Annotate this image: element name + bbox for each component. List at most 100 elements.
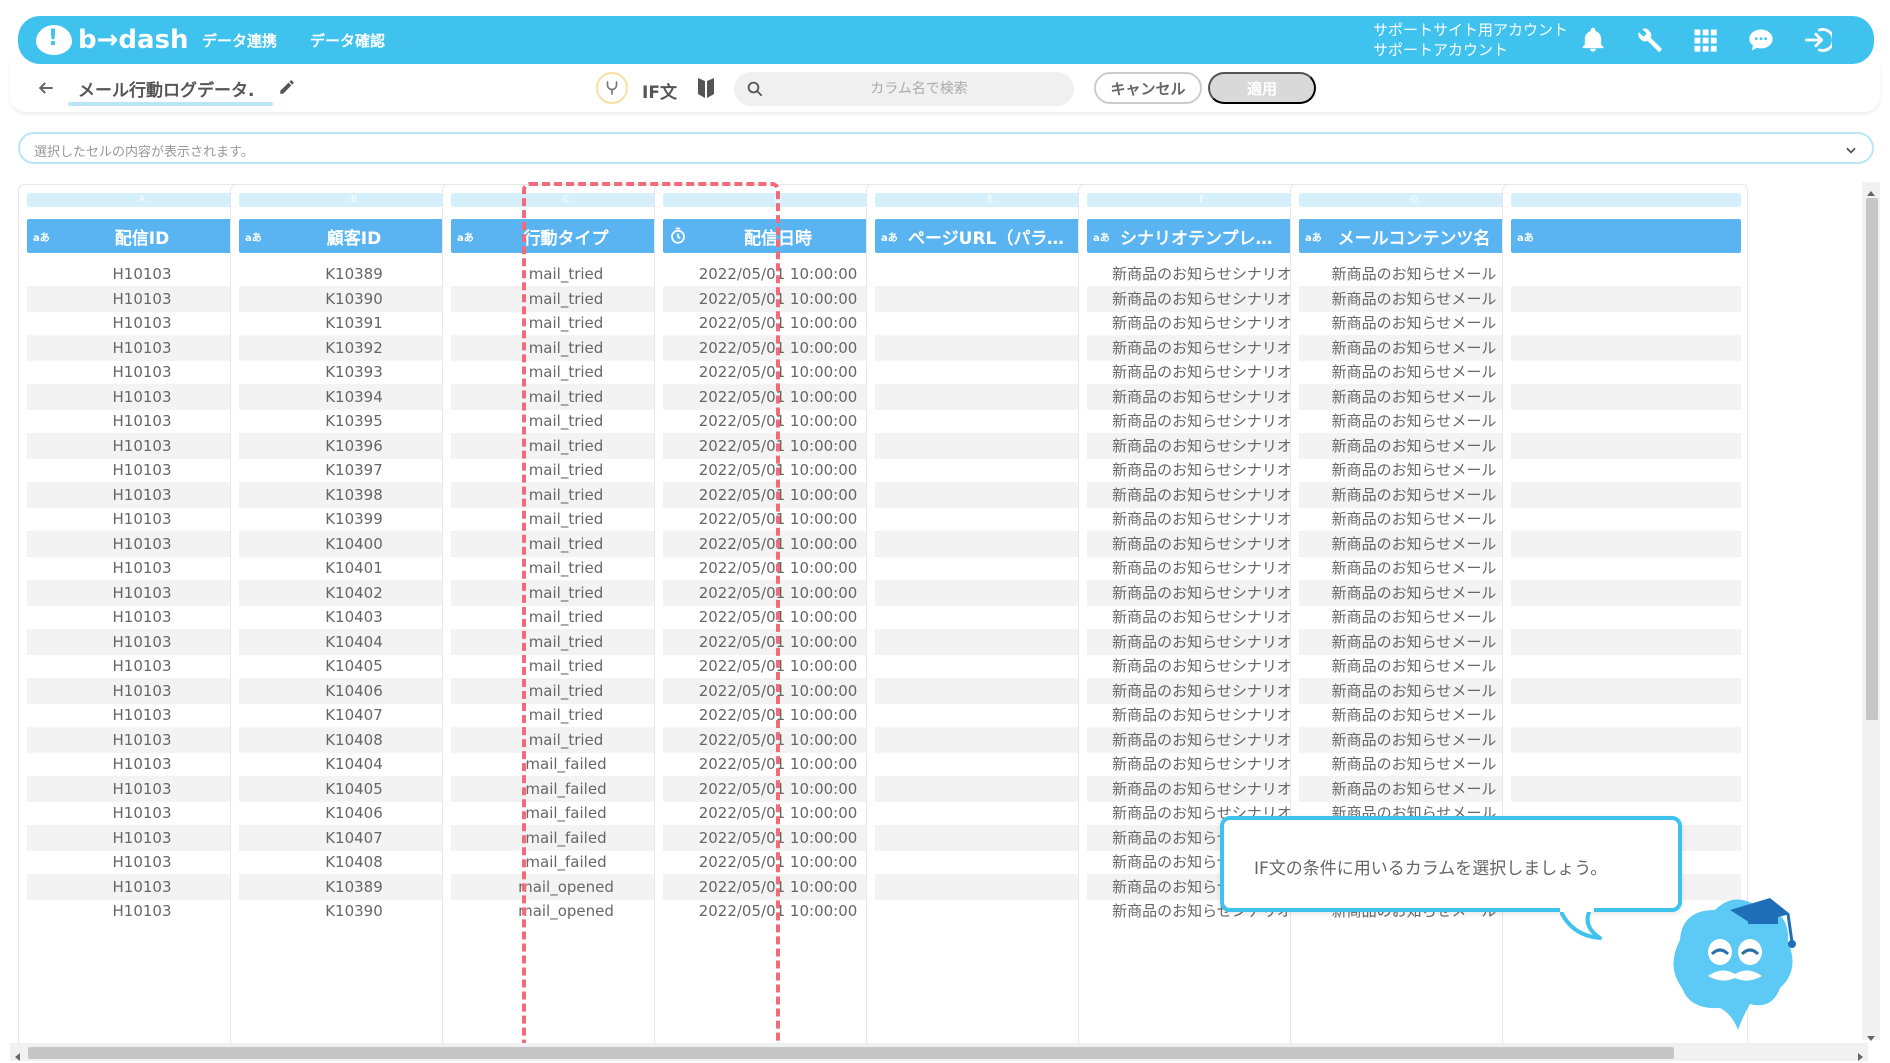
table-cell[interactable]: K10401 [239,555,469,581]
table-cell[interactable]: K10407 [239,824,469,851]
table-cell[interactable]: 新商品のお知らせシナリオ [1087,432,1317,459]
table-cell[interactable]: H10103 [27,775,257,802]
table-cell[interactable] [1511,481,1741,508]
table-cell[interactable]: 2022/05/01 10:00:00 [663,432,893,459]
table-cell[interactable]: K10389 [239,261,469,287]
table-cell[interactable]: H10103 [27,285,257,312]
table-cell[interactable]: mail_tried [451,285,681,312]
table-cell[interactable] [875,383,1105,410]
table-cell[interactable]: 新商品のお知らせメール [1299,653,1529,679]
table-cell[interactable]: K10402 [239,579,469,606]
table-cell[interactable]: 新商品のお知らせメール [1299,334,1529,361]
table-cell[interactable] [875,261,1105,287]
table-cell[interactable] [1511,775,1741,802]
table-cell[interactable]: mail_tried [451,579,681,606]
table-cell[interactable]: K10396 [239,432,469,459]
table-cell[interactable] [875,555,1105,581]
table-cell[interactable] [875,506,1105,532]
table-cell[interactable]: H10103 [27,751,257,777]
table-cell[interactable]: 新商品のお知らせメール [1299,751,1529,777]
table-cell[interactable]: 新商品のお知らせシナリオ [1087,408,1317,434]
chat-icon[interactable] [1746,26,1776,54]
table-cell[interactable]: 新商品のお知らせシナリオ [1087,628,1317,655]
table-cell[interactable]: 2022/05/01 10:00:00 [663,702,893,728]
scroll-down-icon[interactable] [1866,1028,1876,1041]
table-cell[interactable] [1511,628,1741,655]
table-cell[interactable]: mail_tried [451,457,681,483]
column-letter[interactable]: C [451,193,681,207]
table-cell[interactable] [1511,726,1741,753]
table-cell[interactable]: K10408 [239,726,469,753]
table-cell[interactable]: H10103 [27,849,257,875]
table-cell[interactable]: mail_tried [451,653,681,679]
table-cell[interactable]: K10407 [239,702,469,728]
table-cell[interactable]: H10103 [27,432,257,459]
column-search-input[interactable] [774,76,1064,102]
horizontal-scroll-thumb[interactable] [28,1047,1674,1059]
table-cell[interactable]: mail_tried [451,555,681,581]
table-cell[interactable] [875,310,1105,336]
table-cell[interactable] [1511,457,1741,483]
table-cell[interactable] [875,628,1105,655]
table-cell[interactable] [1511,432,1741,459]
table-cell[interactable]: 新商品のお知らせメール [1299,604,1529,630]
table-cell[interactable]: K10395 [239,408,469,434]
table-cell[interactable] [1511,530,1741,557]
table-cell[interactable]: K10389 [239,873,469,900]
table-cell[interactable]: H10103 [27,408,257,434]
table-cell[interactable]: mail_tried [451,506,681,532]
table-cell[interactable]: K10403 [239,604,469,630]
table-cell[interactable]: 2022/05/01 10:00:00 [663,898,893,924]
table-cell[interactable]: 2022/05/01 10:00:00 [663,751,893,777]
horizontal-scrollbar[interactable] [10,1043,1868,1061]
apply-button[interactable]: 適用 [1208,72,1316,104]
table-cell[interactable]: mail_tried [451,481,681,508]
nav-data-check[interactable]: データ確認 [310,30,385,51]
table-cell[interactable]: 新商品のお知らせメール [1299,481,1529,508]
table-cell[interactable] [875,334,1105,361]
table-cell[interactable]: 2022/05/01 10:00:00 [663,530,893,557]
table-cell[interactable] [1511,751,1741,777]
table-cell[interactable]: 2022/05/01 10:00:00 [663,726,893,753]
filter-icon[interactable] [696,76,716,98]
column-header[interactable]: aあ ページURL（パラメ… [875,219,1105,253]
table-cell[interactable]: 新商品のお知らせシナリオ [1087,702,1317,728]
table-cell[interactable]: mail_tried [451,628,681,655]
cancel-button[interactable]: キャンセル [1094,72,1202,104]
scroll-left-icon[interactable] [13,1047,23,1061]
column-header[interactable]: 配信日時 [663,219,893,253]
table-cell[interactable]: K10393 [239,359,469,385]
table-cell[interactable]: 2022/05/01 10:00:00 [663,359,893,385]
table-cell[interactable]: 新商品のお知らせメール [1299,726,1529,753]
table-cell[interactable]: H10103 [27,457,257,483]
table-cell[interactable]: 新商品のお知らせメール [1299,310,1529,336]
table-cell[interactable]: H10103 [27,800,257,826]
table-cell[interactable]: 2022/05/01 10:00:00 [663,383,893,410]
table-cell[interactable]: 新商品のお知らせシナリオ [1087,383,1317,410]
column-header[interactable]: aあ 配信ID [27,219,257,253]
table-cell[interactable]: 新商品のお知らせシナリオ [1087,751,1317,777]
table-cell[interactable]: H10103 [27,702,257,728]
table-cell[interactable]: mail_tried [451,604,681,630]
table-cell[interactable]: H10103 [27,898,257,924]
table-cell[interactable]: K10400 [239,530,469,557]
table-cell[interactable]: 新商品のお知らせシナリオ [1087,530,1317,557]
bell-icon[interactable] [1578,26,1608,54]
table-cell[interactable] [875,579,1105,606]
table-cell[interactable] [1511,555,1741,581]
table-cell[interactable]: mail_tried [451,432,681,459]
table-cell[interactable]: 2022/05/01 10:00:00 [663,873,893,900]
table-cell[interactable]: 2022/05/01 10:00:00 [663,310,893,336]
table-cell[interactable]: 新商品のお知らせメール [1299,579,1529,606]
table-cell[interactable]: 新商品のお知らせシナリオ [1087,506,1317,532]
table-cell[interactable]: 2022/05/01 10:00:00 [663,481,893,508]
table-cell[interactable]: 新商品のお知らせメール [1299,408,1529,434]
table-cell[interactable]: 新商品のお知らせメール [1299,775,1529,802]
table-cell[interactable]: K10390 [239,898,469,924]
table-cell[interactable] [875,653,1105,679]
nav-data-integration[interactable]: データ連携 [202,30,277,51]
table-cell[interactable]: H10103 [27,261,257,287]
table-cell[interactable]: 新商品のお知らせシナリオ [1087,285,1317,312]
table-cell[interactable]: 新商品のお知らせシナリオ [1087,481,1317,508]
table-cell[interactable]: 新商品のお知らせシナリオ [1087,310,1317,336]
